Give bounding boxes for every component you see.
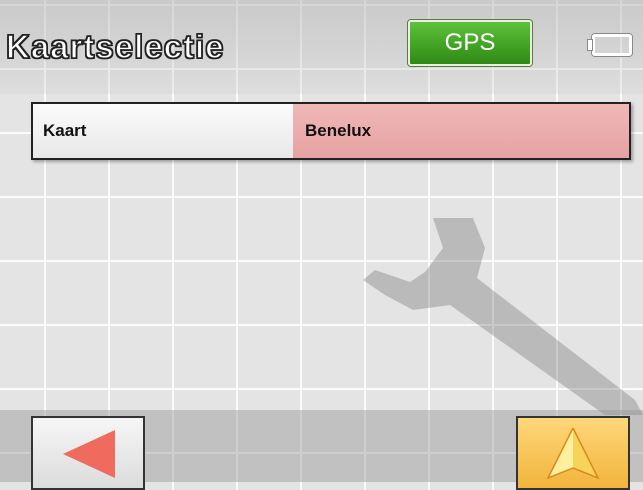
navigate-button[interactable] (516, 416, 630, 490)
back-arrow-icon (63, 430, 115, 478)
wrench-watermark-icon (363, 218, 643, 415)
gps-status-button[interactable]: GPS (408, 20, 532, 66)
setting-value[interactable]: Benelux (293, 104, 629, 158)
page-title: Kaartselectie (5, 27, 225, 66)
setting-label: Kaart (33, 104, 293, 158)
map-selection-row[interactable]: Kaart Benelux (31, 102, 631, 160)
battery-icon (588, 34, 632, 56)
back-button[interactable] (31, 416, 145, 490)
navigation-arrow-icon (546, 427, 600, 480)
